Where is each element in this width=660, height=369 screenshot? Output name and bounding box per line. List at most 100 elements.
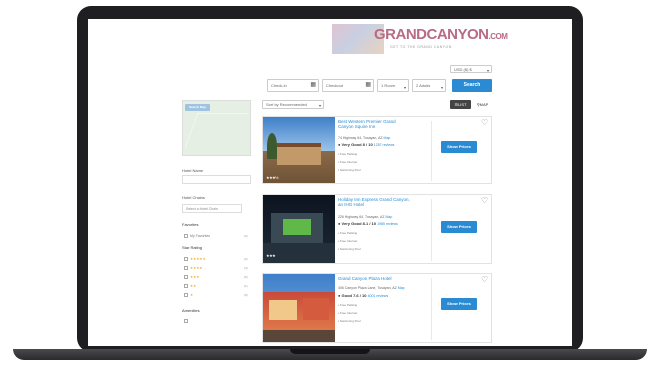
currency-select[interactable]: USD ($) $ ▾ [450, 65, 492, 73]
hotel-name[interactable]: Holiday Inn Express Grand Canyon, an IHG… [338, 197, 412, 207]
hotel-photo[interactable]: ★★★ [263, 195, 335, 263]
reviews-link[interactable]: 1985 reviews [377, 222, 398, 226]
wifi-icon: ▪ [338, 311, 340, 315]
logo-tagline: GET TO THE GRAND CANYON [390, 45, 452, 49]
sort-select[interactable]: Sort by Recommended ▾ [262, 100, 324, 109]
logo-suffix: .COM [488, 32, 508, 41]
logo-text: GRANDCANYON [374, 26, 489, 43]
amenity-item: ▪ Free Internet [338, 311, 357, 315]
show-prices-button[interactable]: Show Prices [441, 221, 477, 233]
rating-icon: ● [338, 142, 341, 147]
hotel-rating: Very Good 8.1 / 10 [341, 221, 377, 226]
chevron-down-icon: ▾ [486, 68, 489, 73]
search-button[interactable]: Search [452, 79, 492, 92]
hotel-chain-label: Hotel Chains [182, 195, 205, 200]
amenity-text: Free Internet [339, 239, 358, 243]
star-checkbox[interactable] [184, 275, 188, 279]
amenity-text: Free Internet [339, 311, 358, 315]
currency-value: USD ($) $ [454, 67, 472, 72]
favorites-count: (0) [244, 234, 248, 238]
search-map-button[interactable]: Search Map [185, 104, 210, 111]
laptop-notch [290, 349, 370, 354]
amenity-item: ▪ Swimming Pool [338, 168, 361, 172]
hotel-card[interactable]: ★★★½ Best Western Premier Grand Canyon S… [262, 116, 492, 184]
site-logo[interactable]: GRANDCANYON.COM GET TO THE GRAND CANYON [332, 24, 508, 54]
favorites-checkbox[interactable] [184, 234, 188, 238]
amenity-checkbox[interactable] [184, 319, 188, 323]
parking-icon: ▪ [338, 303, 340, 307]
calendar-icon: ▦ [365, 82, 371, 88]
pool-icon: ▪ [338, 319, 340, 323]
adults-select[interactable]: 2 Adults ▾ [412, 79, 446, 92]
star-rating-count: (6) [244, 275, 248, 279]
reviews-link[interactable]: 4001 reviews [368, 294, 389, 298]
chevron-down-icon: ▾ [440, 85, 443, 90]
star-rating-stars: ★★★ [190, 275, 200, 279]
hotel-stars: ★★★ [266, 253, 276, 258]
rooms-select[interactable]: 1 Room ▾ [377, 79, 409, 92]
wifi-icon: ▪ [338, 160, 340, 164]
amenity-item: ▪ Free Parking [338, 152, 357, 156]
amenity-item: ▪ Free Parking [338, 231, 357, 235]
rating-icon: ● [338, 293, 341, 298]
wifi-icon: ▪ [338, 239, 340, 243]
amenity-text: Swimming Pool [339, 247, 361, 251]
star-rating-count: (1) [244, 284, 248, 288]
hotel-photo[interactable] [263, 274, 335, 342]
show-prices-button[interactable]: Show Prices [441, 298, 477, 310]
star-rating-count: (0) [244, 257, 248, 261]
checkin-field[interactable]: Check-in ▦ [267, 79, 319, 92]
hotel-chain-select[interactable]: Select a Hotel Chain [182, 204, 242, 213]
star-rating-stars: ★★ [190, 284, 197, 288]
star-checkbox[interactable] [184, 257, 188, 261]
rooms-value: 1 Room [381, 83, 396, 88]
hotel-name[interactable]: Grand Canyon Plaza Hotel [338, 276, 412, 281]
star-checkbox[interactable] [184, 284, 188, 288]
star-rating-label: Star Rating [182, 245, 203, 250]
browser-screen: GRANDCANYON.COM GET TO THE GRAND CANYON … [88, 19, 572, 346]
map-link[interactable]: Map [398, 286, 405, 290]
star-checkbox[interactable] [184, 293, 188, 297]
map-link[interactable]: Map [385, 215, 392, 219]
hotel-rating: Good 7.6 / 10 [341, 293, 367, 298]
amenity-text: Free Parking [339, 231, 358, 235]
favorites-item: My Favorites [190, 234, 211, 238]
sort-value: Sort by Recommended [266, 102, 307, 107]
hotel-card[interactable]: Grand Canyon Plaza Hotel 406 Canyon Plaz… [262, 273, 492, 343]
star-rating-stars: ★ [190, 293, 194, 297]
card-divider [431, 121, 432, 181]
chevron-down-icon: ▾ [318, 103, 321, 108]
star-rating-stars: ★★★★ [190, 266, 203, 270]
star-checkbox[interactable] [184, 266, 188, 270]
amenity-text: Free Parking [339, 152, 358, 156]
heart-icon[interactable]: ♡ [481, 118, 488, 127]
parking-icon: ▪ [338, 231, 340, 235]
star-rating-count: (4) [244, 266, 248, 270]
sidebar-map[interactable]: Search Map [182, 100, 251, 156]
amenity-text: Free Parking [339, 303, 358, 307]
heart-icon[interactable]: ♡ [481, 275, 488, 284]
show-prices-button[interactable]: Show Prices [441, 141, 477, 153]
map-link[interactable]: Map [384, 136, 391, 140]
hotel-address: 74 Highway 64, Tusayan, AZ [338, 136, 383, 140]
star-rating-stars: ★★★★★ [190, 257, 206, 261]
pool-icon: ▪ [338, 168, 340, 172]
amenity-item: ▪ Swimming Pool [338, 319, 361, 323]
amenity-text: Swimming Pool [339, 319, 361, 323]
amenity-text: Swimming Pool [339, 168, 361, 172]
list-view-button[interactable]: ☰LIST [450, 100, 471, 109]
hotel-card[interactable]: ★★★ Holiday Inn Express Grand Canyon, an… [262, 194, 492, 264]
hotel-name-input[interactable] [182, 175, 251, 184]
reviews-link[interactable]: 1257 reviews [374, 143, 395, 147]
hotel-name[interactable]: Best Western Premier Grand Canyon Squire… [338, 119, 412, 129]
amenity-text: Free Internet [339, 160, 358, 164]
hotel-photo[interactable]: ★★★½ [263, 117, 335, 183]
checkout-placeholder: Checkout [326, 83, 343, 88]
card-divider [431, 199, 432, 261]
checkin-placeholder: Check-in [271, 83, 287, 88]
heart-icon[interactable]: ♡ [481, 196, 488, 205]
checkout-field[interactable]: Checkout ▦ [322, 79, 374, 92]
amenities-label: Amenities [182, 308, 200, 313]
map-view-button[interactable]: ⚲MAP [473, 100, 492, 109]
adults-value: 2 Adults [416, 83, 431, 88]
